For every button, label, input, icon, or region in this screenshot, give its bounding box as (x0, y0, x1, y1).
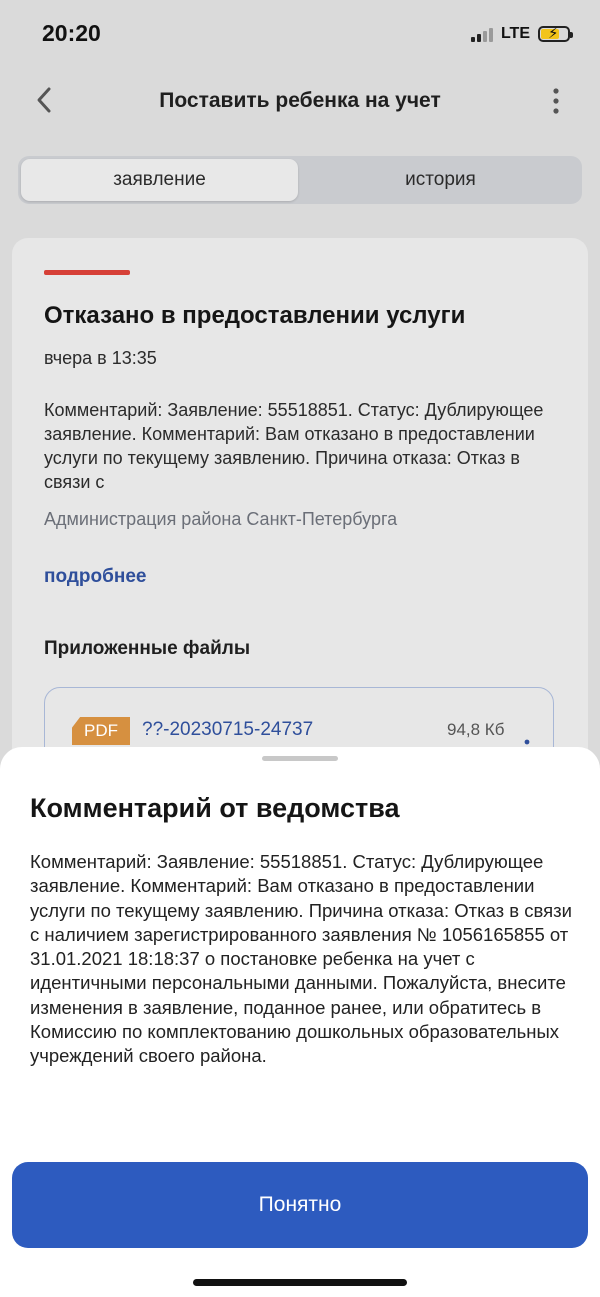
sheet-comment-text: Комментарий: Заявление: 55518851. Статус… (30, 851, 572, 1067)
organization-name: Администрация района Санкт-Петербурга (44, 509, 398, 529)
status-indicators: LTE ⚡ (470, 25, 573, 43)
status-time: 20:20 (42, 20, 101, 46)
status-accent-line (44, 270, 130, 275)
segmented-tabs: заявление история (18, 156, 582, 204)
attached-files-heading: Приложенные файлы (44, 638, 251, 659)
signal-icon (470, 26, 493, 42)
network-label: LTE (500, 25, 530, 42)
sheet-title: Комментарий от ведомства (30, 793, 400, 823)
battery-charging-icon: ⚡ (538, 25, 573, 42)
file-size: 94,8 Кб (447, 720, 505, 739)
more-vertical-icon[interactable] (546, 86, 566, 116)
tab-application[interactable]: заявление (21, 159, 298, 201)
status-comment-preview: Комментарий: Заявление: 55518851. Статус… (44, 400, 544, 492)
sheet-grabber-handle[interactable] (262, 756, 338, 761)
pdf-file-icon: PDF (72, 717, 130, 745)
page-title: Поставить ребенка на учет (159, 89, 441, 112)
home-indicator[interactable] (193, 1279, 407, 1286)
file-name[interactable]: ??-20230715-24737 (142, 719, 313, 741)
status-date: вчера в 13:35 (44, 348, 157, 368)
tab-history[interactable]: история (302, 159, 579, 201)
more-details-link[interactable]: подробнее (44, 566, 146, 588)
understood-button[interactable]: Понятно (12, 1162, 588, 1248)
status-title: Отказано в предоставлении услуги (44, 302, 466, 329)
